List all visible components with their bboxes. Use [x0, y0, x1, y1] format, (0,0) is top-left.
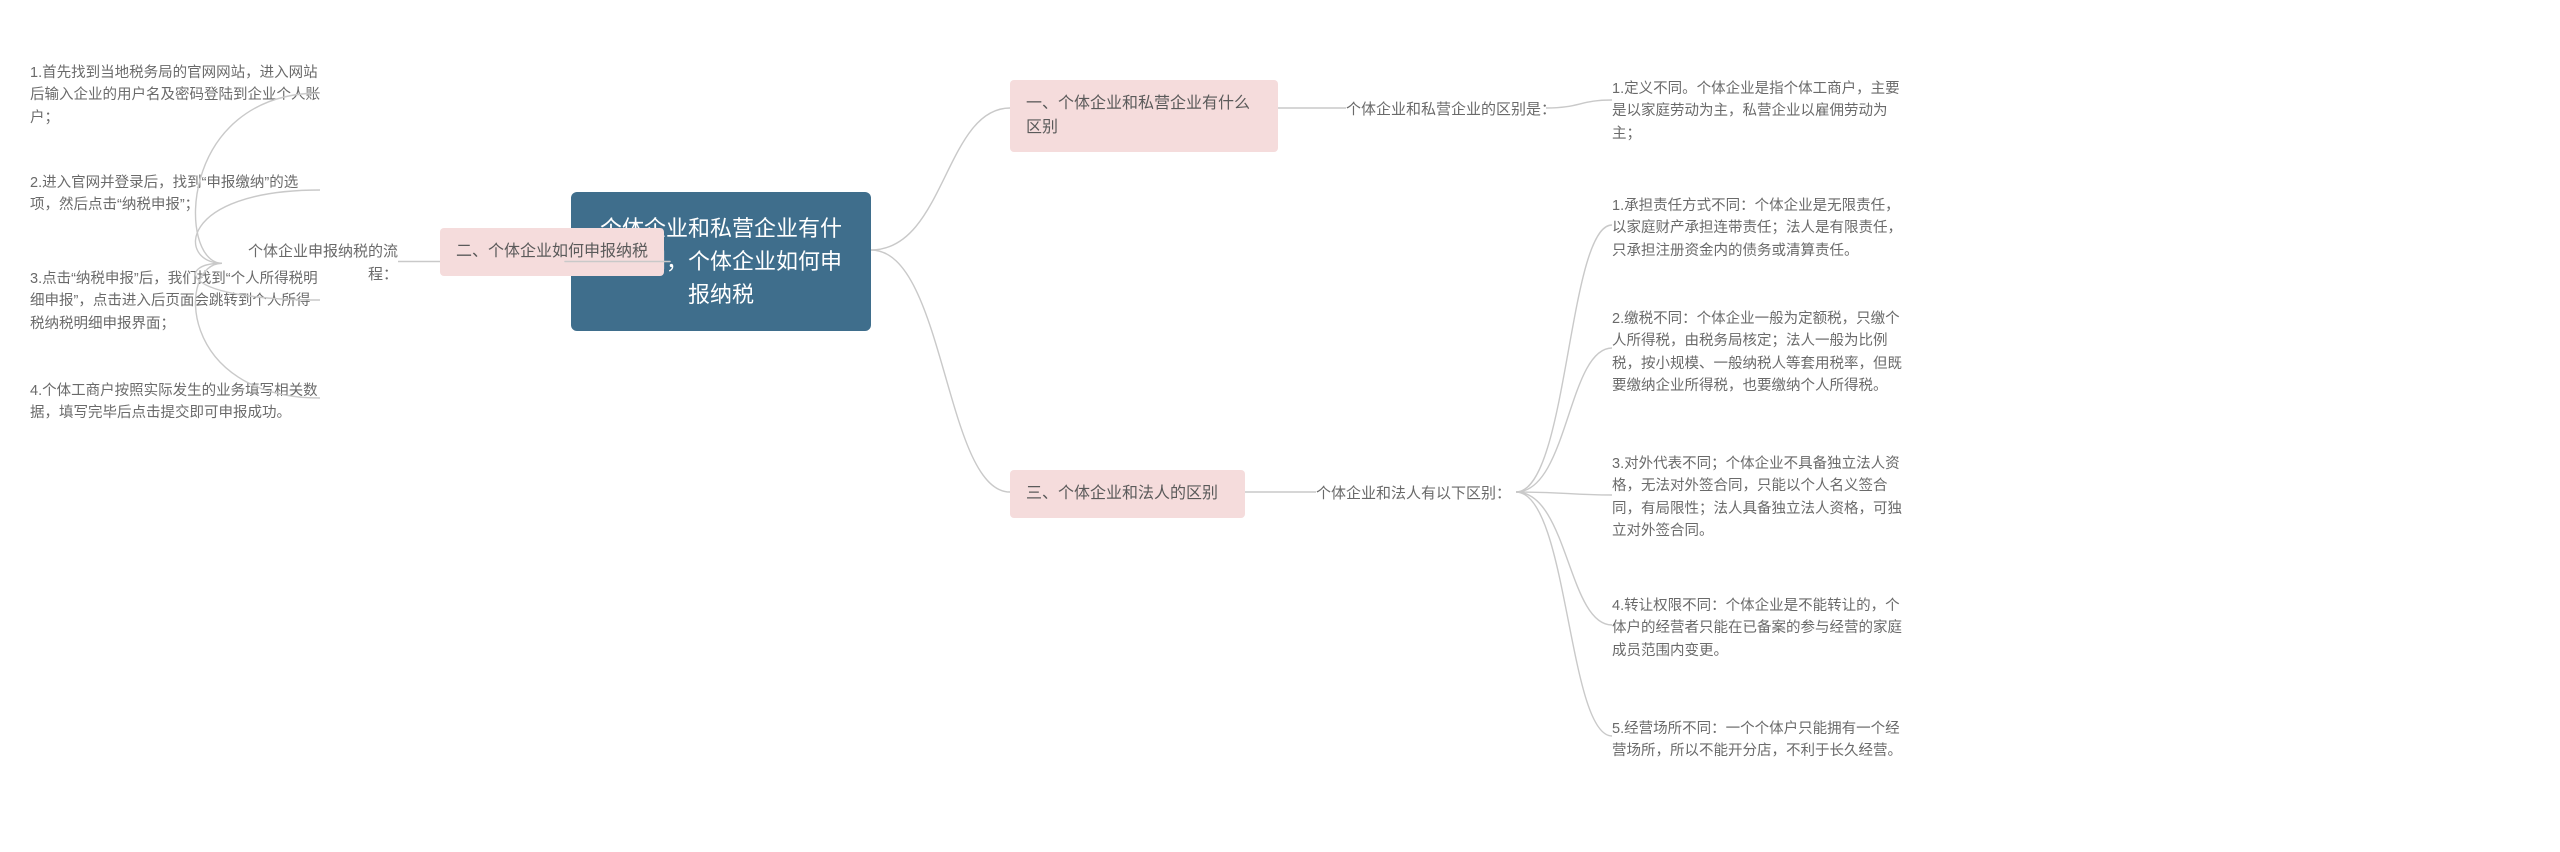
connectors-dynamic [0, 0, 2560, 852]
branch-1-label: 一、个体企业和私营企业有什么区别 [1026, 95, 1250, 136]
branch-2-leaf-0: 1.首先找到当地税务局的官网网站，进入网站后输入企业的用户名及密码登陆到企业个人… [30, 62, 320, 129]
branch-3-leaf-2: 3.对外代表不同；个体企业不具备独立法人资格，无法对外签合同，只能以个人名义签合… [1612, 453, 1902, 543]
branch-2-leaf-1: 2.进入官网并登录后，找到“申报缴纳”的选项，然后点击“纳税申报”； [30, 172, 320, 217]
branch-1[interactable]: 一、个体企业和私营企业有什么区别 [1010, 80, 1278, 152]
branch-3-leaf-1: 2.缴税不同：个体企业一般为定额税，只缴个人所得税，由税务局核定；法人一般为比例… [1612, 308, 1902, 398]
branch-3-leaf-3: 4.转让权限不同：个体企业是不能转让的，个体户的经营者只能在已备案的参与经营的家… [1612, 595, 1902, 662]
branch-3-leaf-0: 1.承担责任方式不同：个体企业是无限责任，以家庭财产承担连带责任；法人是有限责任… [1612, 195, 1902, 262]
branch-2-label: 二、个体企业如何申报纳税 [456, 243, 648, 260]
branch-1-sub: 个体企业和私营企业的区别是： [1346, 98, 1556, 121]
branch-3-sub: 个体企业和法人有以下区别： [1316, 482, 1511, 505]
branch-2-real[interactable]: 二、个体企业如何申报纳税 [440, 228, 664, 276]
branch-1-leaf-0: 1.定义不同。个体企业是指个体工商户，主要是以家庭劳动为主，私营企业以雇佣劳动为… [1612, 78, 1902, 145]
branch-2-leaf-2: 3.点击“纳税申报”后，我们找到“个人所得税明细申报”，点击进入后页面会跳转到个… [30, 268, 320, 335]
branch-2-leaf-3: 4.个体工商户按照实际发生的业务填写相关数据，填写完毕后点击提交即可申报成功。 [30, 380, 320, 425]
branch-3-label: 三、个体企业和法人的区别 [1026, 485, 1218, 502]
connectors-final [0, 0, 2560, 852]
branch-3[interactable]: 三、个体企业和法人的区别 [1010, 470, 1245, 518]
branch-3-leaf-4: 5.经营场所不同：一个个体户只能拥有一个经营场所，所以不能开分店，不利于长久经营… [1612, 718, 1902, 763]
